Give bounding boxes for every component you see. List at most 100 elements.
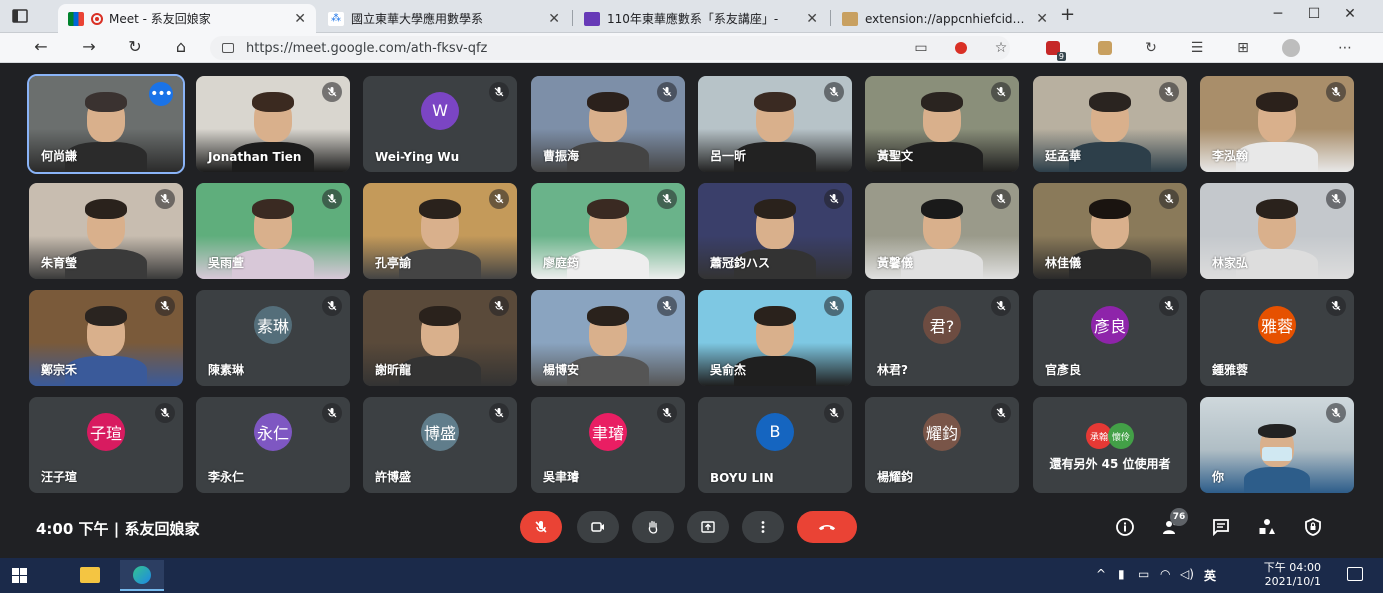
participant-tile[interactable]: 李泓翰 (1200, 76, 1354, 172)
present-button[interactable] (687, 511, 729, 543)
participant-tile[interactable]: W Wei-Ying Wu (363, 76, 517, 172)
close-tab-icon[interactable]: ✕ (548, 11, 560, 27)
new-tab-icon[interactable]: + (1060, 4, 1075, 25)
participant-name: 何尚謙 (41, 149, 78, 163)
participant-tile[interactable]: 林家弘 (1200, 183, 1354, 279)
participant-tile[interactable]: 黃馨儀 (865, 183, 1019, 279)
refresh-icon[interactable]: ↻ (124, 37, 146, 56)
participant-tile[interactable]: ••• 何尚謙 (27, 74, 185, 174)
recording-icon (91, 12, 103, 25)
share-icon[interactable]: ⊞ (1234, 39, 1252, 57)
participant-tile[interactable]: Jonathan Tien (196, 76, 350, 172)
meet-grid: ••• 何尚謙 Jonathan Tien W Wei-Ying Wu 曹振海 呂一昕 黃聖文… (0, 63, 1383, 558)
close-window-icon[interactable]: ✕ (1330, 6, 1370, 22)
participant-name: 楊博安 (543, 363, 580, 377)
file-explorer-icon[interactable] (80, 567, 100, 583)
maximize-icon[interactable]: ☐ (1294, 6, 1334, 22)
minimize-icon[interactable]: ─ (1258, 6, 1298, 22)
close-tab-icon[interactable]: ✕ (294, 11, 306, 27)
leave-call-button[interactable] (797, 511, 857, 543)
participant-tile[interactable]: B BOYU LIN (698, 397, 852, 493)
close-tab-icon[interactable]: ✕ (806, 11, 818, 27)
participant-name: 孔亭諭 (375, 256, 412, 270)
participant-tile[interactable]: 吳雨萱 (196, 183, 350, 279)
participant-tile[interactable]: 蕭冠鈞ハス (698, 183, 852, 279)
participant-name: 許博盛 (375, 470, 412, 484)
forward-icon[interactable]: → (78, 37, 100, 56)
extension-icon[interactable] (1096, 39, 1114, 57)
edge-taskbar-button[interactable] (120, 560, 164, 591)
tab-meet[interactable]: Meet - 系友回娘家 ✕ (58, 4, 316, 33)
hand-icon (648, 520, 658, 534)
tab-title: extension://appcnhiefcidcldjeal (865, 11, 1031, 26)
avatar: 素琳 (254, 305, 292, 344)
participant-tile[interactable]: 廖庭筠 (531, 183, 685, 279)
clock[interactable]: 下午 04:00 2021/10/1 (1264, 561, 1321, 589)
participant-tile[interactable]: 黃聖文 (865, 76, 1019, 172)
participant-tile[interactable]: 林佳儀 (1033, 183, 1187, 279)
back-icon[interactable]: ← (30, 37, 52, 56)
tab-extension[interactable]: extension://appcnhiefcidcldjeal ✕ (832, 4, 1058, 33)
participant-tile[interactable]: 吳俞杰 (698, 290, 852, 386)
notification-icon[interactable] (1347, 567, 1363, 581)
profile-icon[interactable] (1282, 39, 1300, 57)
participant-tile[interactable]: 聿璿 吳聿璿 (531, 397, 685, 493)
participant-name: 鄭宗禾 (41, 363, 78, 377)
other-participants-tile[interactable]: 承翰 懷伶 還有另外 45 位使用者 (1033, 397, 1187, 493)
raise-hand-button[interactable] (632, 511, 674, 543)
extension-shield-icon[interactable]: 9 (1044, 39, 1066, 61)
collections-icon[interactable]: ☰ (1188, 39, 1206, 57)
tray-usb-icon[interactable]: ▮ (1118, 567, 1125, 581)
battery-icon[interactable]: ▭ (1138, 567, 1149, 581)
participant-tile[interactable]: 雅蓉 鍾雅蓉 (1200, 290, 1354, 386)
participant-tile[interactable]: 謝昕龍 (363, 290, 517, 386)
permission-icon[interactable] (952, 39, 970, 57)
more-options-button[interactable] (742, 511, 784, 543)
participant-tile[interactable]: 彥良 官彥良 (1033, 290, 1187, 386)
refresh-extension-icon[interactable]: ↻ (1142, 39, 1160, 57)
participant-tile[interactable]: 鄭宗禾 (29, 290, 183, 386)
host-controls-icon[interactable] (1302, 516, 1324, 538)
camera-button[interactable] (577, 511, 619, 543)
participant-name: 黃聖文 (877, 149, 914, 163)
meet-control-bar: 4:00 下午 | 系友回娘家 76 (0, 496, 1383, 558)
mic-muted-icon (824, 403, 844, 423)
windows-start-icon[interactable] (12, 568, 27, 587)
chat-icon[interactable] (1210, 516, 1232, 538)
self-view-tile[interactable]: 你 (1200, 397, 1354, 493)
favorite-icon[interactable]: ☆ (992, 39, 1010, 57)
participant-tile[interactable]: 博盛 許博盛 (363, 397, 517, 493)
tray-chevron-icon[interactable]: ^ (1096, 567, 1106, 581)
wifi-icon[interactable]: ◠ (1160, 567, 1170, 581)
meeting-details-icon[interactable] (1114, 516, 1136, 538)
participant-tile[interactable]: 曹振海 (531, 76, 685, 172)
participant-tile[interactable]: 耀鈞 楊耀鈞 (865, 397, 1019, 493)
people-icon[interactable]: 76 (1160, 508, 1188, 538)
more-options-icon[interactable]: ••• (149, 82, 173, 106)
participant-tile[interactable]: 子瑄 汪子瑄 (29, 397, 183, 493)
tab-university[interactable]: ⁂ 國立東華大學應用數學系 ✕ (318, 4, 570, 33)
ime-indicator[interactable]: 英 (1204, 567, 1216, 584)
volume-icon[interactable]: ◁) (1180, 567, 1194, 581)
participant-tile[interactable]: 楊博安 (531, 290, 685, 386)
mic-off-button[interactable] (520, 511, 562, 543)
close-tab-icon[interactable]: ✕ (1036, 11, 1048, 27)
tab-actions-icon[interactable] (10, 6, 30, 26)
participant-tile[interactable]: 永仁 李永仁 (196, 397, 350, 493)
participant-tile[interactable]: 呂一昕 (698, 76, 852, 172)
participant-tile[interactable]: 君? 林君? (865, 290, 1019, 386)
extension-favicon-icon (842, 11, 858, 26)
tab-seminar[interactable]: 110年東華應數系「系友講座」- ✕ (574, 4, 828, 33)
settings-more-icon[interactable]: ⋯ (1336, 39, 1354, 57)
extension-badge: 9 (1056, 52, 1066, 61)
activities-icon[interactable] (1256, 516, 1278, 538)
participant-tile[interactable]: 孔亭諭 (363, 183, 517, 279)
participant-tile[interactable]: 朱育瑩 (29, 183, 183, 279)
address-bar[interactable]: https://meet.google.com/ath-fksv-qfz (210, 36, 1010, 60)
participant-tile[interactable]: 廷孟華 (1033, 76, 1187, 172)
home-icon[interactable]: ⌂ (170, 37, 192, 56)
camera-icon[interactable]: ▭ (912, 39, 930, 57)
mic-muted-icon (824, 296, 844, 316)
participant-tile[interactable]: 素琳 陳素琳 (196, 290, 350, 386)
mic-muted-icon (991, 82, 1011, 102)
